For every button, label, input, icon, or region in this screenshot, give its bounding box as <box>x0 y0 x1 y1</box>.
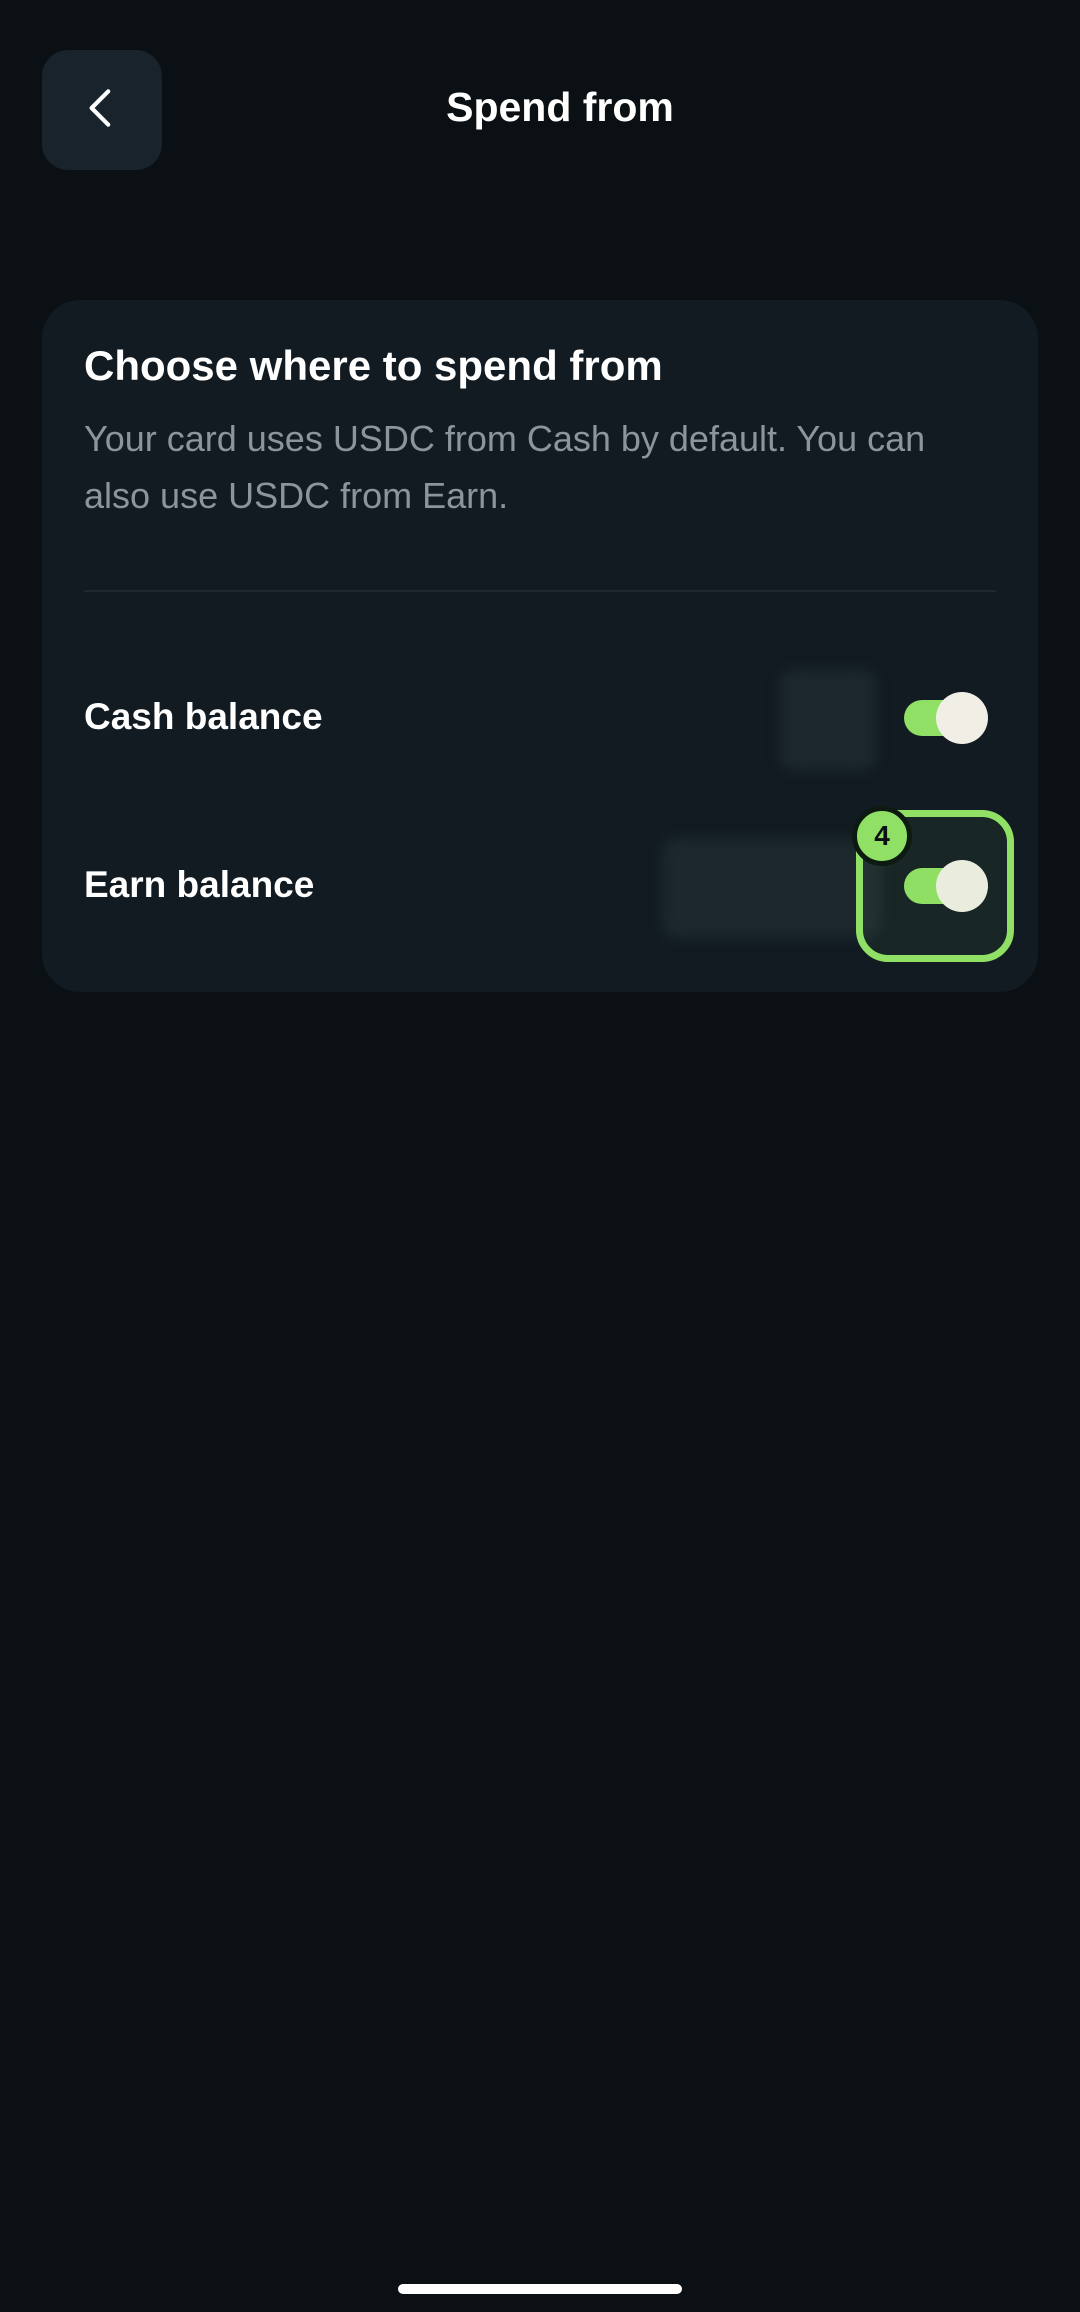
divider <box>84 590 996 592</box>
cash-balance-value-hidden <box>780 670 876 770</box>
step-badge: 4 <box>852 806 912 866</box>
earn-balance-toggle[interactable] <box>904 860 988 912</box>
header: Spend from <box>0 0 1080 220</box>
card-title: Choose where to spend from <box>84 342 663 389</box>
toggle-knob <box>936 692 988 744</box>
screen: Spend from Choose where to spend from Yo… <box>0 0 1080 2312</box>
cash-balance-row: Cash balance <box>42 658 1038 778</box>
page-title: Spend from <box>446 84 674 130</box>
earn-balance-value-hidden <box>662 838 882 938</box>
cash-balance-label: Cash balance <box>84 696 323 737</box>
earn-balance-label: Earn balance <box>84 864 315 905</box>
spend-source-card: Choose where to spend from Your card use… <box>42 300 1038 992</box>
card-description: Your card uses USDC from Cash by default… <box>84 418 926 516</box>
toggle-knob <box>936 860 988 912</box>
cash-balance-toggle[interactable] <box>904 692 988 744</box>
home-indicator[interactable] <box>398 2284 682 2294</box>
